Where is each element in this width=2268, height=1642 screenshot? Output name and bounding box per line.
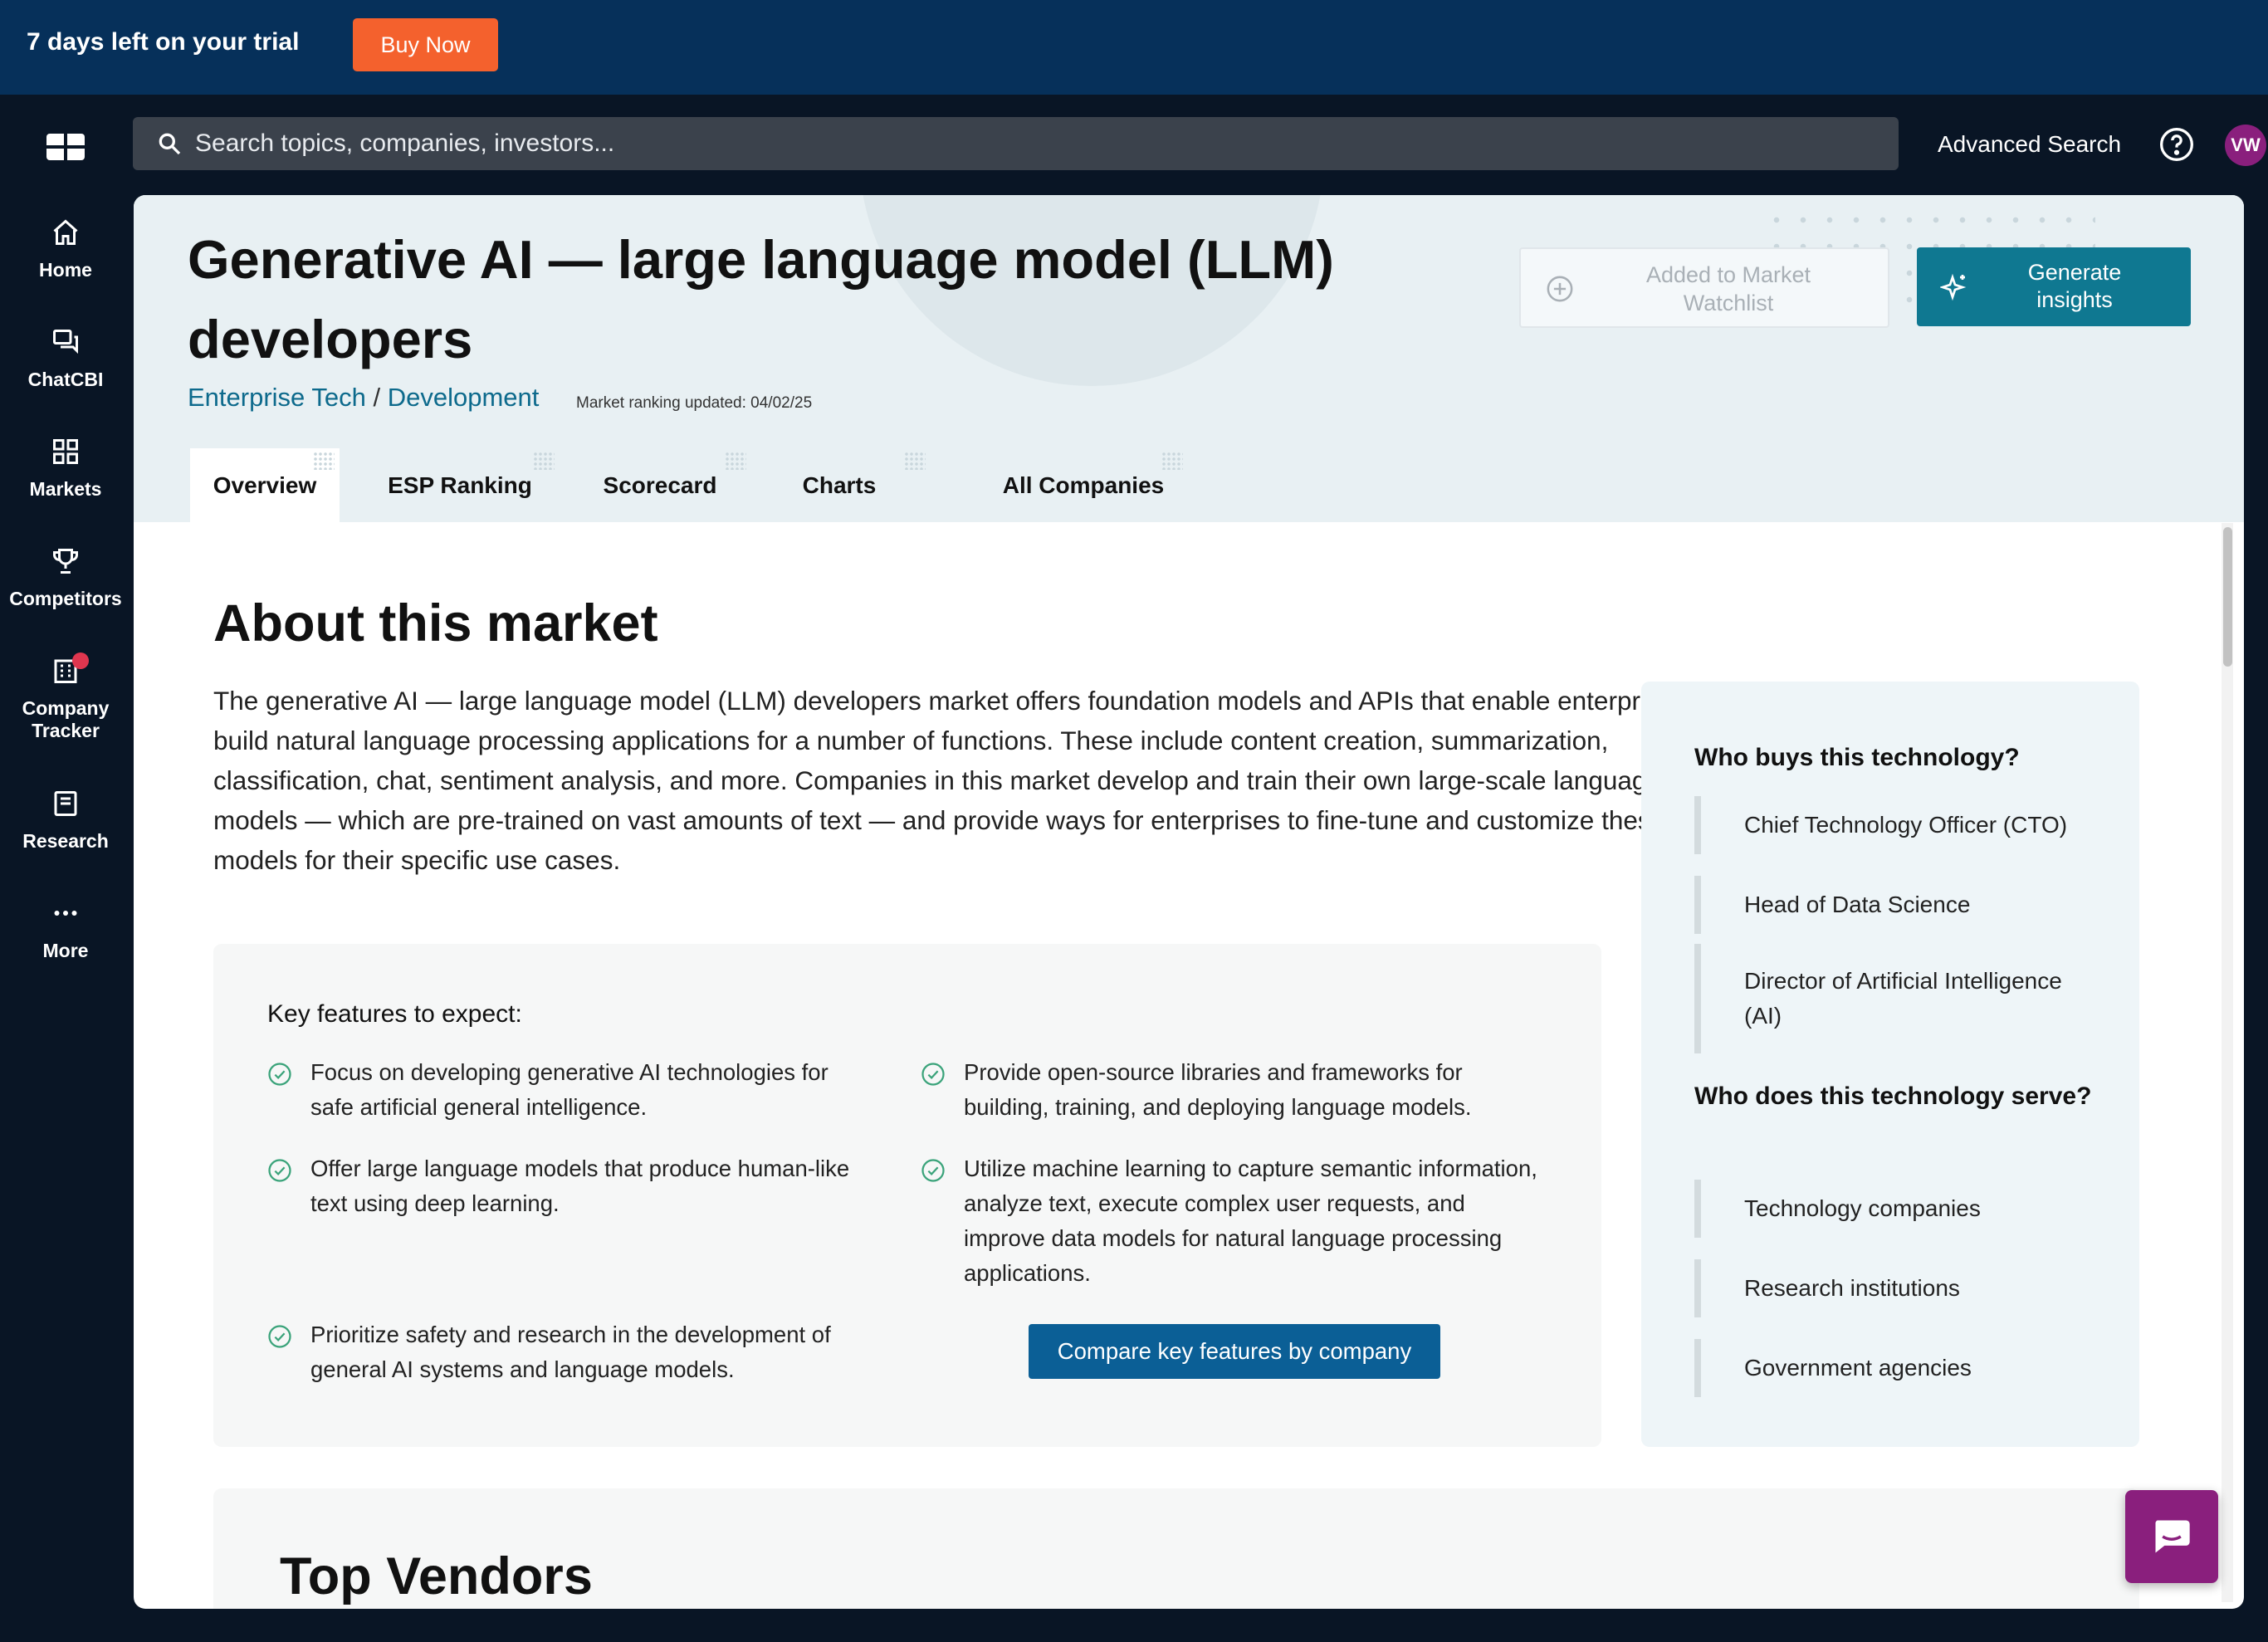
feature-item: Provide open-source libraries and framew… — [921, 1055, 1552, 1125]
research-icon — [54, 791, 77, 816]
nav-markets[interactable]: Markets — [0, 437, 131, 501]
chat-icon — [53, 330, 78, 354]
tab-charts-label: Charts — [802, 472, 877, 498]
serves-item: Research institutions — [1694, 1259, 2085, 1317]
buyer-info-card: Who buys this technology? Chief Technolo… — [1641, 682, 2139, 1447]
top-vendors-title: Top Vendors — [280, 1547, 593, 1605]
nav-home-label: Home — [39, 259, 92, 281]
compare-features-button[interactable]: Compare key features by company — [1029, 1324, 1440, 1379]
nav-competitors[interactable]: Competitors — [0, 546, 131, 610]
buyer-item: Chief Technology Officer (CTO) — [1694, 796, 2085, 854]
market-header: Generative AI — large language model (LL… — [134, 195, 2244, 522]
search-icon — [159, 133, 181, 155]
sparkle-icon — [1940, 273, 1967, 301]
tab-esp-ranking[interactable]: ESP Ranking — [360, 448, 560, 522]
breadcrumb-parent[interactable]: Enterprise Tech — [188, 383, 366, 412]
search-input[interactable] — [195, 117, 1855, 170]
serves-item: Government agencies — [1694, 1339, 2085, 1397]
breadcrumb-separator: / — [373, 383, 381, 412]
trophy-icon — [53, 549, 78, 574]
buyer-item: Head of Data Science — [1694, 876, 2085, 934]
generate-insights-label: Generate insights — [2027, 260, 2122, 312]
watchlist-button[interactable]: Added to Market Watchlist — [1519, 247, 1889, 328]
nav-company-tracker-label: Company Tracker — [22, 697, 110, 741]
check-circle-icon — [921, 1063, 945, 1086]
nav-competitors-label: Competitors — [9, 588, 122, 609]
watchlist-label: Added to Market Watchlist — [1645, 262, 1811, 315]
breadcrumb-child[interactable]: Development — [388, 383, 540, 412]
key-features-card: Key features to expect: Focus on develop… — [213, 944, 1601, 1447]
notification-dot — [72, 652, 89, 669]
trial-text: 7 days left on your trial — [27, 28, 300, 56]
breadcrumb: Enterprise Tech / Development — [188, 383, 539, 413]
logo-icon[interactable] — [46, 134, 85, 160]
chat-support-button[interactable] — [2125, 1490, 2218, 1583]
nav-more[interactable]: More — [0, 898, 131, 962]
about-title: About this market — [213, 594, 658, 652]
nav-research[interactable]: Research — [0, 789, 131, 853]
tab-dots — [533, 452, 555, 470]
tab-all-companies-label: All Companies — [1002, 472, 1165, 498]
home-icon — [53, 219, 78, 245]
help-icon[interactable] — [2158, 126, 2195, 163]
advanced-search-link[interactable]: Advanced Search — [1938, 131, 2121, 158]
tab-esp-ranking-label: ESP Ranking — [388, 472, 532, 498]
tab-dots — [1161, 452, 1183, 470]
tab-dots — [725, 452, 746, 470]
nav-chatcbi[interactable]: ChatCBI — [0, 327, 131, 391]
page-title: Generative AI — large language model (LL… — [188, 229, 1334, 369]
tab-overview[interactable]: Overview — [190, 448, 340, 522]
chat-bubble-icon — [2155, 1520, 2190, 1553]
nav-chatcbi-label: ChatCBI — [27, 369, 104, 390]
check-circle-icon — [921, 1159, 945, 1182]
about-description: The generative AI — large language model… — [213, 686, 1716, 875]
tab-all-companies[interactable]: All Companies — [868, 448, 1299, 522]
check-circle-icon — [268, 1159, 291, 1182]
feature-text: Focus on developing generative AI techno… — [310, 1059, 829, 1120]
feature-item: Prioritize safety and research in the de… — [267, 1317, 865, 1387]
trial-banner: 7 days left on your trial Buy Now — [0, 0, 2268, 95]
feature-item: Focus on developing generative AI techno… — [267, 1055, 865, 1125]
nav-home[interactable]: Home — [0, 217, 131, 281]
feature-text: Utilize machine learning to capture sema… — [964, 1156, 1537, 1286]
nav-company-tracker[interactable]: Company Tracker — [0, 652, 131, 742]
tab-dots — [313, 452, 335, 470]
feature-text: Provide open-source libraries and framew… — [964, 1059, 1472, 1120]
markets-icon — [53, 439, 78, 464]
avatar[interactable]: VW — [2225, 125, 2266, 166]
tab-scorecard[interactable]: Scorecard — [569, 448, 751, 522]
generate-insights-button[interactable]: Generate insights — [1917, 247, 2191, 326]
buy-now-button[interactable]: Buy Now — [353, 18, 498, 71]
tab-overview-label: Overview — [213, 472, 317, 498]
who-serves-title: Who does this technology serve? — [1694, 1082, 2092, 1110]
feature-item: Utilize machine learning to capture sema… — [921, 1151, 1552, 1291]
nav-research-label: Research — [22, 830, 109, 852]
who-buys-title: Who buys this technology? — [1694, 744, 2020, 771]
main-panel: Generative AI — large language model (LL… — [134, 195, 2244, 1609]
check-circle-icon — [268, 1325, 291, 1348]
tab-scorecard-label: Scorecard — [603, 472, 717, 498]
nav-markets-label: Markets — [29, 478, 102, 500]
feature-text: Offer large language models that produce… — [310, 1156, 850, 1216]
features-title: Key features to expect: — [267, 1000, 522, 1028]
feature-item: Offer large language models that produce… — [267, 1151, 865, 1221]
scrollbar-thumb[interactable] — [2223, 527, 2232, 667]
serves-item: Technology companies — [1694, 1180, 2085, 1238]
plus-circle-icon — [1547, 276, 1573, 302]
more-icon — [54, 911, 77, 916]
nav-more-label: More — [42, 940, 89, 961]
scrollbar-track[interactable] — [2222, 523, 2233, 1602]
check-circle-icon — [268, 1063, 291, 1086]
buyer-item: Director of Artificial Intelligence (AI) — [1694, 944, 2085, 1053]
ranking-updated-text: Market ranking updated: 04/02/25 — [576, 394, 813, 412]
feature-text: Prioritize safety and research in the de… — [310, 1322, 831, 1382]
search-bar[interactable] — [133, 117, 1899, 170]
